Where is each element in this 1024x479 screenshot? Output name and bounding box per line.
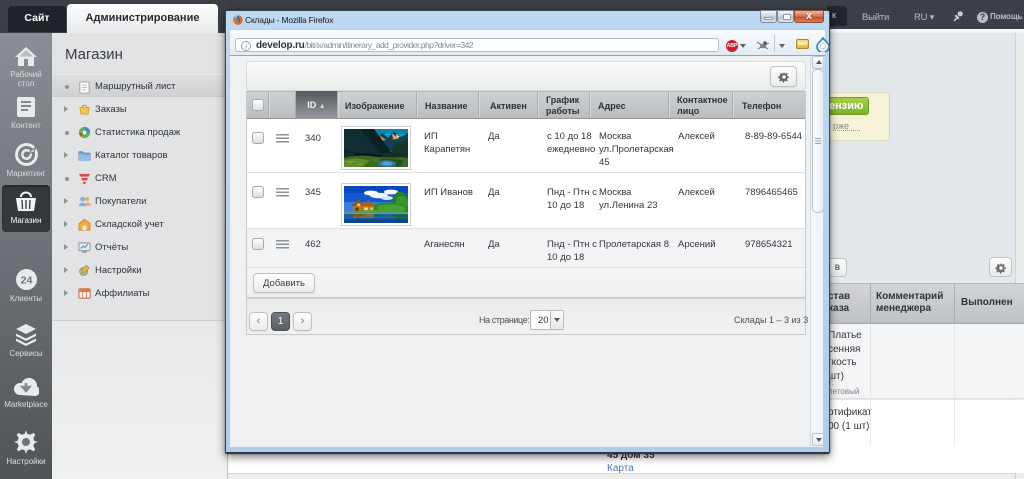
svg-text:24: 24 [20, 275, 32, 287]
